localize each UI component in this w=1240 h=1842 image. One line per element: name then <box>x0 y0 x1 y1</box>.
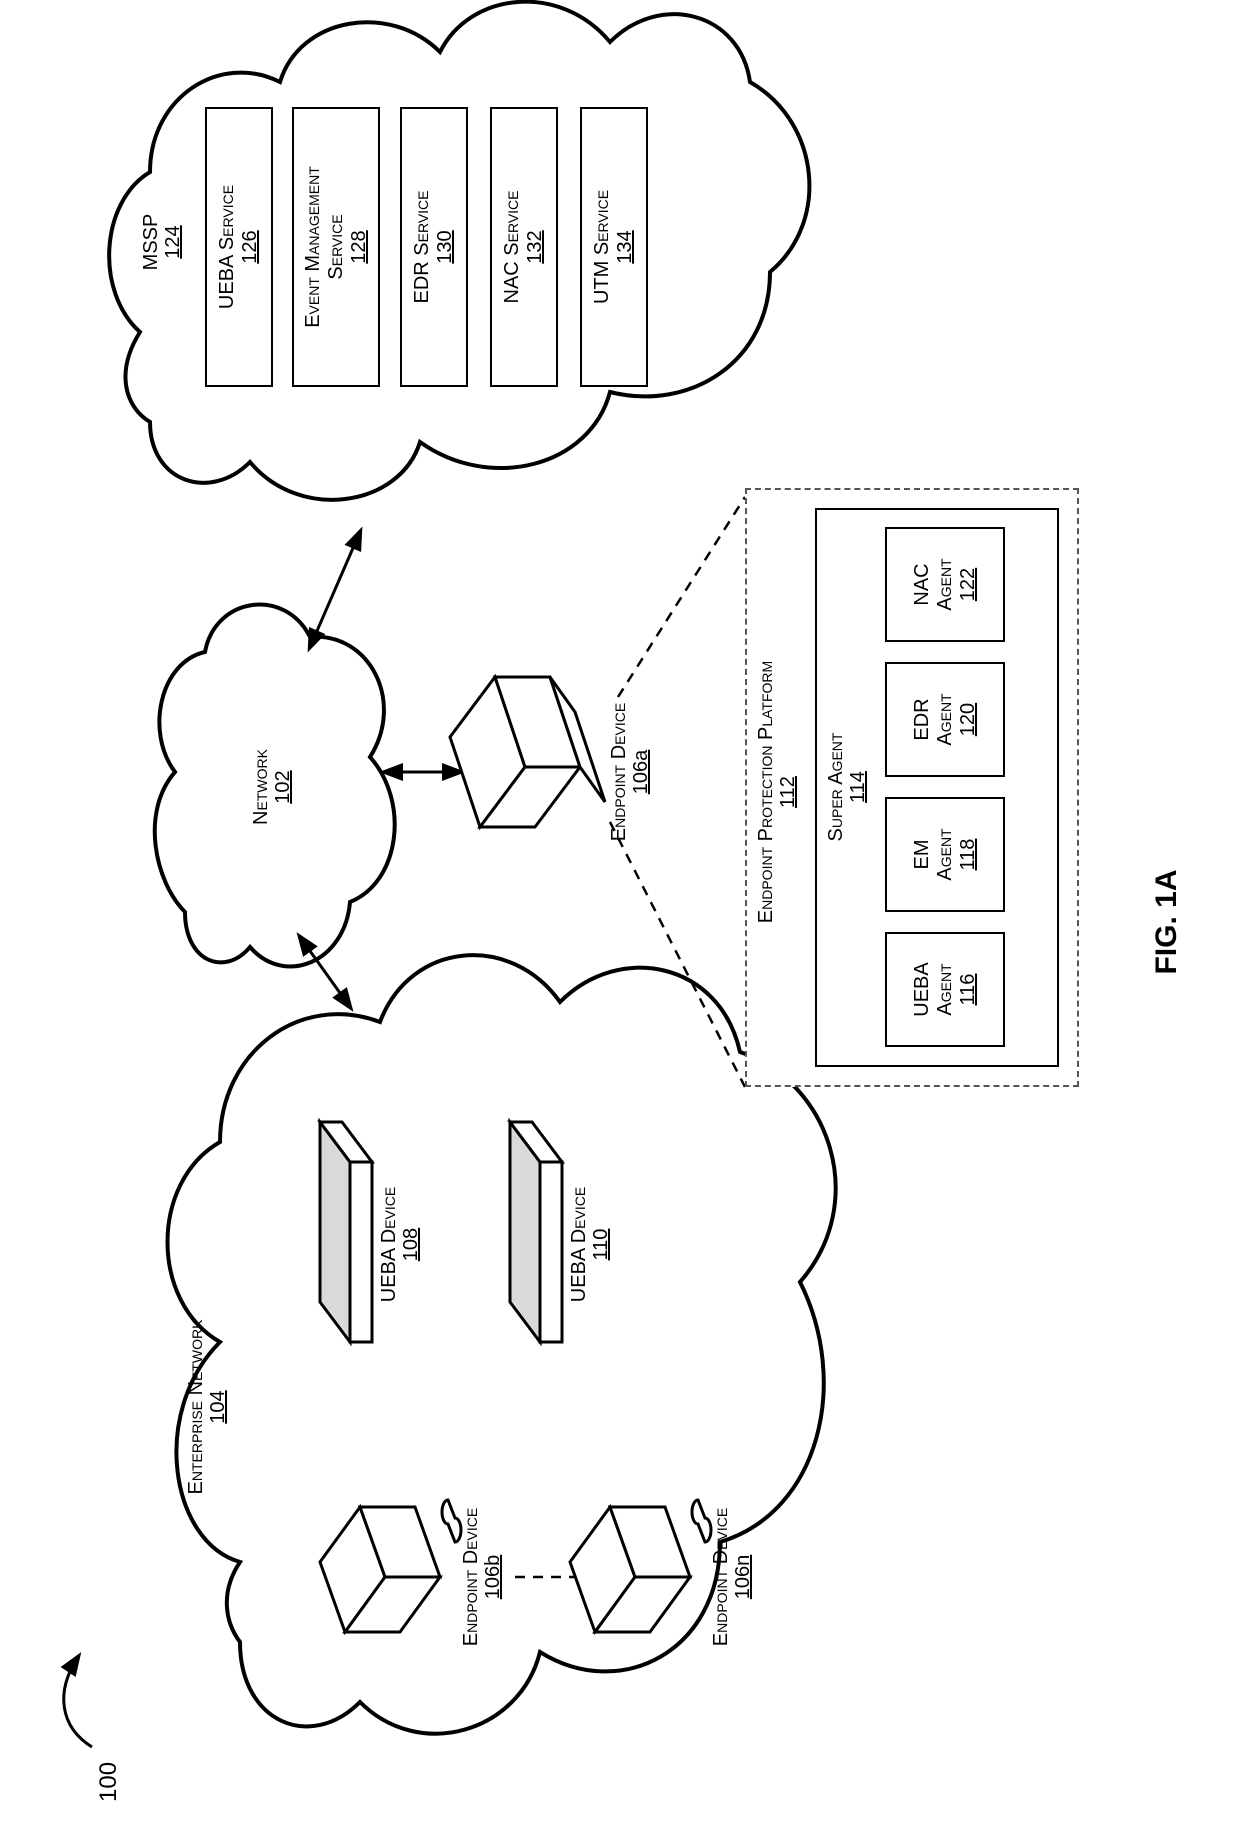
svc-edr-num: 130 <box>434 230 457 263</box>
svc-utm-name: UTM Service <box>591 190 614 304</box>
figure-caption: FIG. 1A <box>1150 822 1184 1022</box>
svc-edr-name: EDR Service <box>411 191 434 304</box>
svc-event: Event Management Service 128 <box>292 107 380 387</box>
mssp-name: MSSP <box>140 172 162 312</box>
svc-event-num: 128 <box>348 230 371 263</box>
svc-nac-name: NAC Service <box>501 191 524 304</box>
mssp-num: 124 <box>162 172 184 312</box>
svc-ueba: UEBA Service 126 <box>205 107 273 387</box>
svc-event-l1: Event Management <box>302 166 325 328</box>
svc-nac: NAC Service 132 <box>490 107 558 387</box>
svc-ueba-name: UEBA Service <box>216 185 239 309</box>
svc-utm-num: 134 <box>614 230 637 263</box>
svc-ueba-num: 126 <box>239 230 262 263</box>
svc-nac-num: 132 <box>524 230 547 263</box>
svc-edr: EDR Service 130 <box>400 107 468 387</box>
svc-utm: UTM Service 134 <box>580 107 648 387</box>
svc-event-l2: Service <box>325 214 348 279</box>
mssp-label: MSSP 124 <box>140 172 184 312</box>
